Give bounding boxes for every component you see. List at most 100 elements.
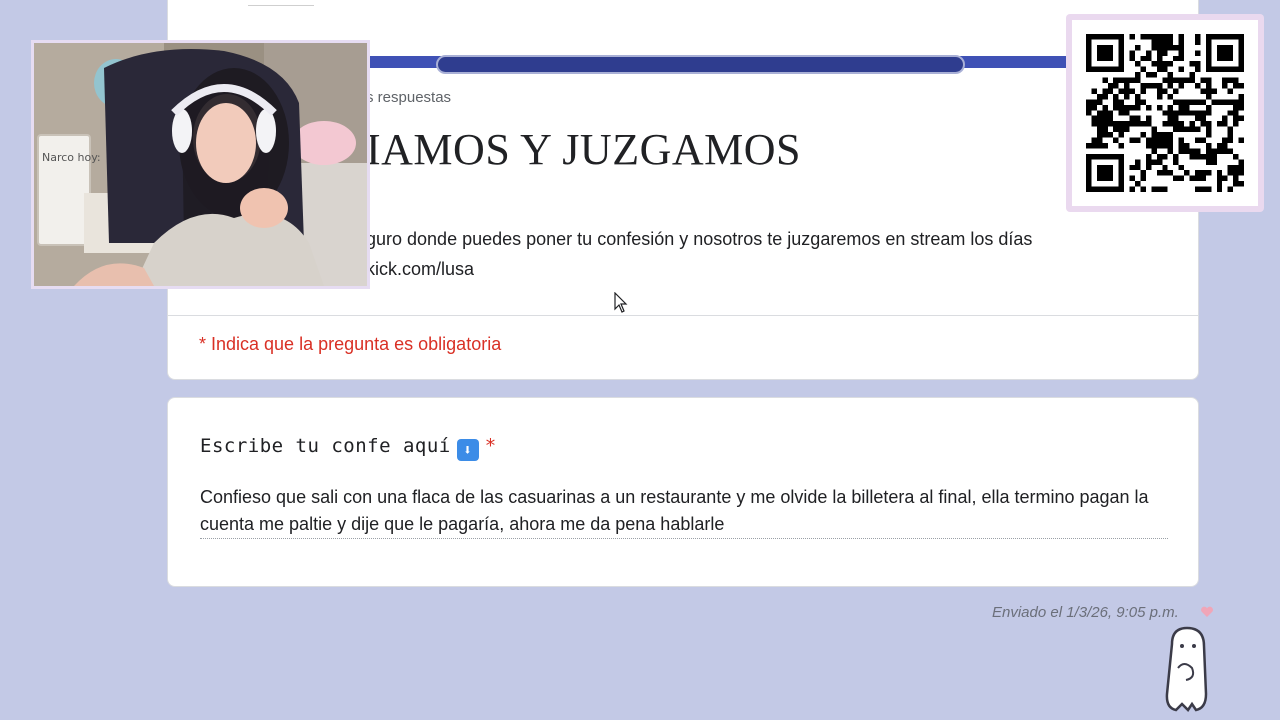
- qr-module: [1233, 104, 1239, 111]
- qr-module: [1167, 61, 1174, 67]
- qr-module: [1167, 34, 1174, 40]
- qr-module: [1118, 142, 1125, 149]
- qr-module: [1140, 88, 1146, 94]
- qr-module: [1129, 164, 1136, 171]
- qr-module: [1162, 153, 1168, 160]
- qr-module: [1200, 153, 1206, 160]
- qr-module: [1135, 104, 1141, 111]
- qr-module: [1233, 170, 1239, 176]
- qr-module: [1129, 77, 1136, 84]
- qr-module: [1135, 115, 1141, 122]
- qr-module: [1135, 99, 1141, 105]
- qr-module: [1167, 142, 1174, 149]
- qr-module: [1189, 77, 1195, 84]
- qr-module: [1178, 148, 1185, 154]
- qr-module: [1211, 159, 1217, 165]
- qr-module: [1167, 132, 1174, 138]
- qr-module: [1189, 72, 1195, 78]
- qr-module: [1178, 66, 1185, 73]
- qr-module: [1113, 93, 1119, 100]
- qr-module: [1167, 115, 1174, 122]
- qr-module: [1216, 175, 1223, 182]
- qr-module: [1167, 83, 1174, 89]
- qr-module: [1205, 83, 1212, 89]
- qr-module: [1096, 44, 1114, 62]
- qr-module: [1102, 77, 1108, 84]
- qr-module: [1124, 93, 1130, 100]
- qr-module: [1145, 142, 1152, 149]
- qr-module: [1102, 121, 1108, 127]
- qr-module: [1135, 121, 1141, 127]
- qr-module: [1140, 170, 1146, 176]
- qr-module: [1107, 121, 1114, 127]
- qr-module: [1227, 126, 1234, 133]
- qr-module: [1086, 99, 1092, 105]
- webcam-overlay: Narco hoy:: [31, 40, 370, 289]
- qr-module: [1238, 104, 1244, 111]
- qr-module: [1107, 132, 1114, 138]
- qr-code-icon: [1072, 20, 1258, 206]
- qr-module: [1096, 99, 1103, 105]
- qr-module: [1129, 50, 1136, 56]
- answer-text[interactable]: Confieso que sali con una flaca de las c…: [200, 484, 1168, 538]
- qr-module: [1184, 104, 1190, 111]
- qr-module: [1194, 126, 1201, 133]
- qr-module: [1140, 83, 1146, 89]
- qr-module: [1238, 115, 1244, 122]
- qr-module: [1194, 148, 1201, 154]
- qr-module: [1216, 99, 1223, 105]
- qr-module: [1233, 115, 1239, 122]
- qr-module: [1184, 148, 1190, 154]
- qr-module: [1200, 77, 1206, 84]
- qr-module: [1173, 55, 1179, 62]
- qr-module: [1178, 164, 1185, 171]
- qr-module: [1102, 88, 1108, 94]
- qr-module: [1086, 142, 1092, 149]
- qr-module: [1173, 44, 1179, 51]
- qr-module: [1113, 137, 1119, 143]
- qr-module: [1096, 142, 1103, 149]
- qr-module: [1156, 88, 1163, 94]
- qr-module: [1156, 83, 1163, 89]
- qr-module: [1124, 83, 1130, 89]
- qr-module: [1205, 104, 1212, 111]
- qr-module: [1145, 164, 1152, 171]
- qr-module: [1189, 110, 1195, 116]
- qr-module: [1162, 88, 1168, 94]
- qr-module: [1205, 132, 1212, 138]
- stream-goal-progress-bar: [436, 55, 965, 74]
- stream-goal-title: PARA NO QUEDARME BAJO UN PUENTE EN CHILE: [436, 39, 744, 53]
- qr-module: [1205, 186, 1212, 192]
- qr-code-frame: [1066, 14, 1264, 212]
- qr-module: [1086, 110, 1092, 116]
- qr-code-matrix: [1086, 34, 1244, 192]
- qr-module: [1124, 104, 1130, 111]
- qr-module: [1167, 104, 1174, 111]
- qr-module: [1167, 148, 1174, 154]
- qr-module: [1227, 77, 1234, 84]
- qr-module: [1151, 44, 1157, 51]
- qr-module: [1238, 170, 1244, 176]
- qr-module: [1096, 137, 1103, 143]
- qr-module: [1145, 115, 1152, 122]
- qr-module: [1151, 159, 1157, 165]
- qr-module: [1124, 126, 1130, 133]
- qr-module: [1096, 164, 1114, 182]
- qr-module: [1205, 159, 1212, 165]
- qr-module: [1162, 186, 1168, 192]
- qr-module: [1233, 99, 1239, 105]
- qr-module: [1173, 175, 1179, 182]
- qr-module: [1151, 61, 1157, 67]
- form-description-link[interactable]: kick.com/lusa: [366, 254, 1166, 284]
- top-divider: [248, 5, 314, 6]
- qr-module: [1102, 104, 1108, 111]
- responses-note: s respuestas: [366, 89, 452, 106]
- qr-module: [1211, 153, 1217, 160]
- qr-module: [1194, 153, 1201, 160]
- qr-module: [1233, 110, 1239, 116]
- qr-module: [1178, 55, 1185, 62]
- qr-module: [1222, 175, 1228, 182]
- submitted-timestamp: Enviado el 1/3/26, 9:05 p.m.: [992, 604, 1179, 621]
- qr-module: [1140, 99, 1146, 105]
- qr-module: [1156, 137, 1163, 143]
